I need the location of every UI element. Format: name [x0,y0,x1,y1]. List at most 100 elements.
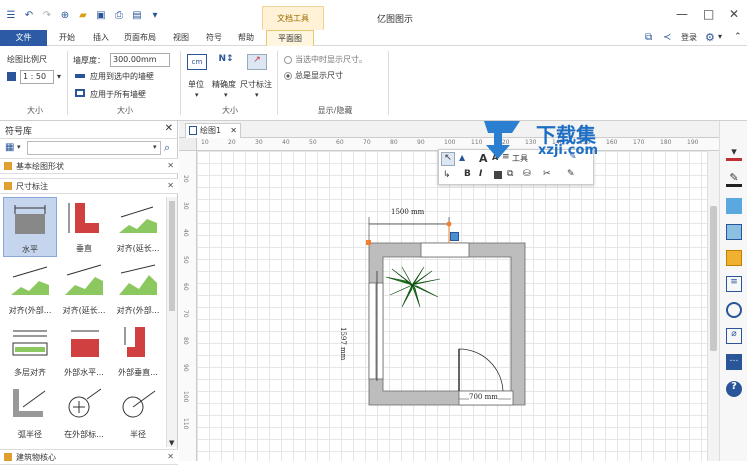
scroll-down-icon[interactable]: ▼ [169,439,174,447]
dimension-icon[interactable]: ↗ [247,54,267,70]
app-menu-icon[interactable]: ☰ [4,8,18,22]
apply-all-button[interactable]: 应用于所有墙壁 [90,89,146,100]
scale-dropdown-icon[interactable]: ▾ [57,72,61,81]
settings-icon[interactable]: ⚙ [705,31,715,44]
navigator-icon[interactable] [726,302,742,318]
tab-close-icon[interactable]: ✕ [230,124,237,137]
symbol-item[interactable]: 外部垂直... [111,321,165,381]
settings-dropdown-icon[interactable]: ▾ [718,32,722,41]
social-share-icon[interactable]: ≺ [663,32,671,43]
tools-icon[interactable]: ✂ [543,169,551,179]
image-icon[interactable] [726,224,742,240]
minimize-button[interactable]: — [676,7,688,21]
menu-help[interactable]: 帮助 [231,30,261,46]
menu-insert[interactable]: 插入 [86,30,116,46]
dimension-button[interactable]: 尺寸标注 [240,79,272,90]
category-dimensions[interactable]: 尺寸标注 ✕ [0,178,178,194]
panel-scroll-thumb[interactable] [169,201,175,311]
category-basic-shapes[interactable]: 基本绘图形状 ✕ [0,158,178,174]
radio-when-selected[interactable]: 当选中时显示尺寸。 [284,54,367,65]
ruler-tick-label: 170 [633,139,645,146]
menu-home[interactable]: 开始 [52,30,82,46]
aligned-extended-thumb-2 [65,264,103,295]
close-button[interactable]: ✕ [729,7,739,21]
copy-style-icon[interactable]: ⧉ [507,169,513,179]
symbol-item[interactable]: 半径 [111,383,165,443]
ruler-tick-label: 80 [182,337,189,345]
new-icon[interactable]: ⊕ [58,8,72,22]
unit-icon[interactable]: cm [187,54,207,70]
line-color-icon[interactable]: ✎ [726,171,742,187]
radio-always[interactable]: 总是显示尺寸 [284,70,343,81]
layers-icon[interactable] [726,250,742,266]
share-icon[interactable]: ⧉ [645,32,652,43]
library-icon[interactable]: ▦ [5,142,14,153]
redo-icon[interactable]: ↷ [40,8,54,22]
symbol-item[interactable]: 多层对齐 [3,321,57,381]
open-icon[interactable]: ▰ [76,8,90,22]
menu-view[interactable]: 视图 [166,30,196,46]
drawing-canvas[interactable]: 1500 mm 1597 mm 700 mm [197,151,707,461]
unit-dropdown-icon[interactable]: ▾ [195,91,199,99]
document-tab[interactable]: 绘图1 ✕ [185,123,241,138]
precision-button[interactable]: 精确度 [212,79,236,90]
print-icon[interactable]: ⎙ [112,8,126,22]
symbol-item[interactable]: 对齐(延长... [57,259,111,319]
pointer-icon[interactable]: ↖ [441,152,455,166]
wall-thickness-input[interactable]: 300.00mm [110,53,170,67]
category-building-core[interactable]: 建筑物核心 ✕ [0,449,178,465]
style-icon[interactable] [726,198,742,214]
category-close-icon[interactable]: ✕ [167,161,174,170]
symbol-item[interactable]: 水平 [3,197,57,257]
symbol-item[interactable]: 对齐(外部... [111,259,165,319]
search-dropdown-icon[interactable]: ▾ [153,143,157,151]
help-icon[interactable]: ? [726,381,742,397]
format-painter-icon[interactable]: ▲ [459,153,465,162]
scale-select[interactable]: 1 : 50 [20,70,54,84]
edit-icon[interactable]: ✎ [567,169,575,179]
bold-button[interactable]: B [464,169,471,179]
symbol-item[interactable]: 对齐(延长... [111,197,165,257]
paint-bucket-icon[interactable]: ⛁ [523,169,531,179]
symbol-item[interactable]: 垂直 [57,197,111,257]
canvas-scrollbar[interactable] [707,151,719,461]
export-icon[interactable]: ▤ [130,8,144,22]
undo-icon[interactable]: ↶ [22,8,36,22]
symbol-item[interactable]: 对齐(外部... [3,259,57,319]
apply-selected-button[interactable]: 应用到选中的墙壁 [90,71,154,82]
panel-scrollbar[interactable]: ▼ [166,197,177,447]
search-icon[interactable]: ⌕ [164,141,170,155]
collapse-ribbon-icon[interactable]: ⌃ [734,32,742,42]
fill-color-icon[interactable]: ▾ [726,145,742,161]
menu-floor-plan[interactable]: 平面图 [266,30,314,46]
category-close-icon[interactable]: ✕ [167,452,174,461]
search-input[interactable] [27,141,161,155]
category-close-icon[interactable]: ✕ [167,181,174,190]
menu-file[interactable]: 文件 [0,30,47,46]
panel-close-icon[interactable]: ✕ [165,123,173,134]
fill-icon[interactable] [494,171,502,179]
radio-checked-icon[interactable] [284,71,292,80]
menu-symbol[interactable]: 符号 [199,30,229,46]
login-link[interactable]: 登录 [681,32,697,43]
dimension-dropdown-icon[interactable]: ▾ [255,91,259,99]
radio-icon[interactable] [284,55,292,64]
save-icon[interactable]: ▣ [94,8,108,22]
floating-action-icon[interactable] [450,232,459,241]
maximize-button[interactable]: □ [703,7,714,21]
precision-icon[interactable]: N↕ [216,54,236,70]
connector-icon[interactable]: ↳ [443,170,451,180]
more-icon[interactable]: ▾ [148,8,162,22]
symbol-item[interactable]: 外部水平... [57,321,111,381]
library-dropdown-icon[interactable]: ▾ [17,143,21,151]
comment-icon[interactable]: … [726,354,742,370]
italic-button[interactable]: I [479,169,482,179]
attachment-icon[interactable]: ⌀ [726,328,742,344]
symbol-item[interactable]: 在外部标... [57,383,111,443]
canvas-scroll-thumb[interactable] [710,206,717,351]
unit-button[interactable]: 单位 [188,79,204,90]
precision-dropdown-icon[interactable]: ▾ [224,91,228,99]
symbol-item[interactable]: 弧半径 [3,383,57,443]
menu-page-layout[interactable]: 页面布局 [119,30,161,46]
page-icon[interactable]: ≡ [726,276,742,292]
